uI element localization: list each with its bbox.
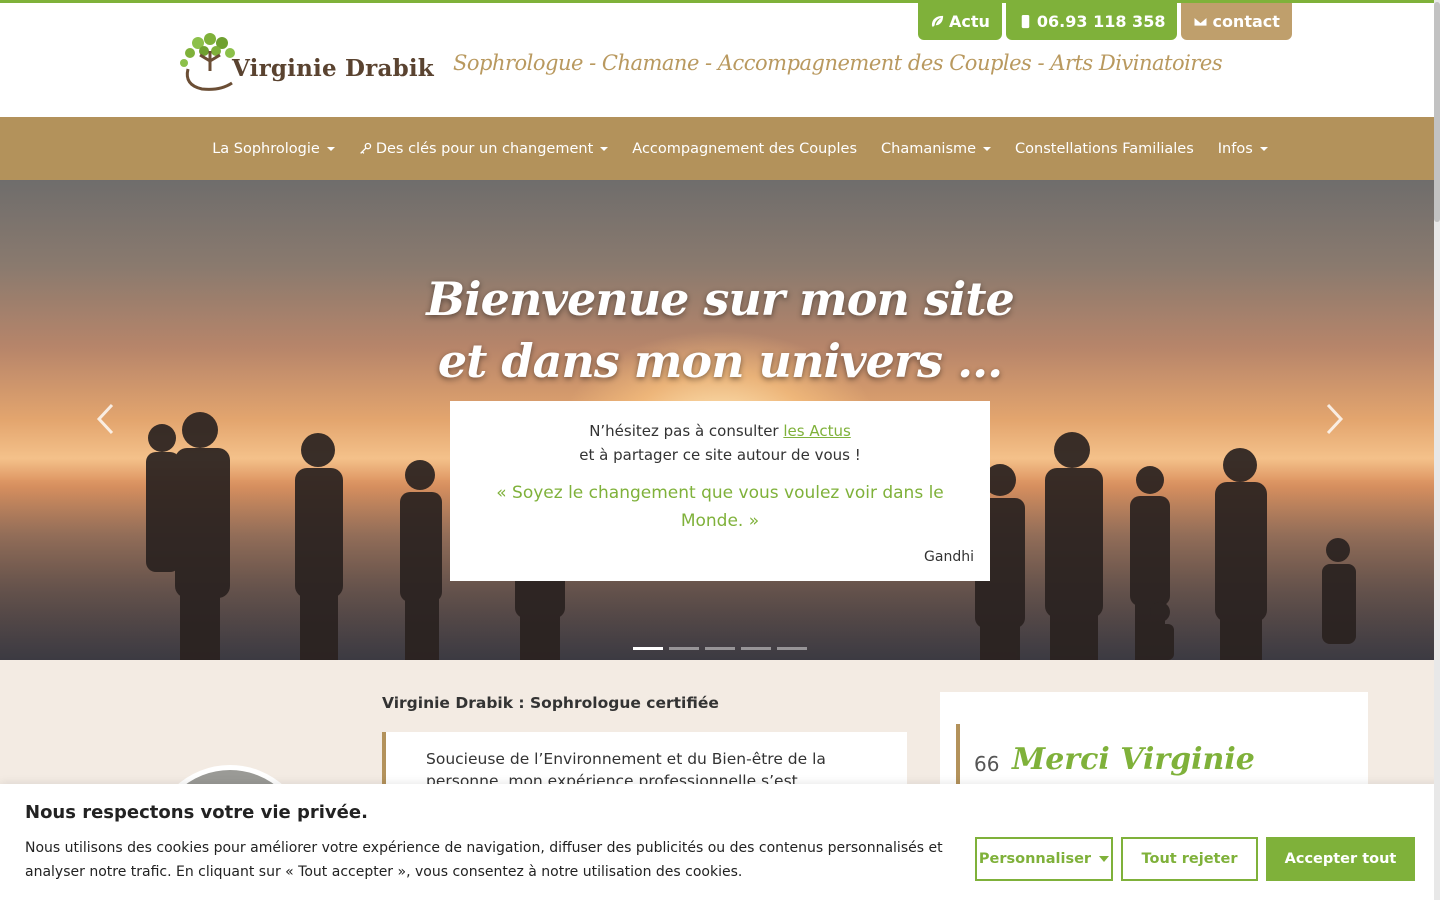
phone-icon xyxy=(1021,14,1030,29)
chevron-right-icon xyxy=(1326,403,1344,435)
phone-button[interactable]: 06.93 118 358 xyxy=(1005,3,1178,40)
customize-label: Personnaliser xyxy=(978,851,1092,867)
reject-all-button[interactable]: Tout rejeter xyxy=(1121,837,1258,881)
actu-label: Actu xyxy=(949,12,990,31)
phone-label: 06.93 118 358 xyxy=(1036,12,1166,31)
hero-title-line1: Bienvenue sur mon site xyxy=(426,272,1015,326)
accept-label: Accepter tout xyxy=(1284,851,1397,867)
hero-title: Bienvenue sur mon site et dans mon unive… xyxy=(0,268,1440,392)
nav-item-chamanisme[interactable]: Chamanisme xyxy=(869,141,1003,157)
gandhi-quote: « Soyez le changement que vous voulez vo… xyxy=(496,483,944,531)
caption-prefix: N’hésitez pas à consulter xyxy=(589,422,784,440)
quote-mark-icon: 66 xyxy=(974,752,1000,776)
hero-caption-card: N’hésitez pas à consulter les Actus et à… xyxy=(450,401,990,581)
caption-line2: et à partager ce site autour de vous ! xyxy=(579,446,861,464)
hero-title-line2: et dans mon univers ... xyxy=(437,334,1003,388)
logo-text: Virginie Drabik xyxy=(232,55,434,82)
tree-logo-icon xyxy=(180,33,235,91)
nav-label: Chamanisme xyxy=(881,140,977,157)
actus-link[interactable]: les Actus xyxy=(783,422,850,440)
contact-button[interactable]: contact xyxy=(1181,3,1292,40)
envelope-icon xyxy=(1193,16,1209,27)
reject-label: Tout rejeter xyxy=(1141,851,1238,867)
carousel-indicator[interactable] xyxy=(777,647,807,650)
contact-label: contact xyxy=(1212,12,1280,31)
nav-item-sophrologie[interactable]: La Sophrologie xyxy=(200,141,347,157)
carousel-indicator[interactable] xyxy=(633,647,663,650)
site-logo[interactable]: Virginie Drabik xyxy=(180,27,434,97)
caption-line1: N’hésitez pas à consulter les Actus xyxy=(450,419,990,443)
customize-button[interactable]: Personnaliser xyxy=(975,837,1113,881)
cookie-title: Nous respectons votre vie privée. xyxy=(25,802,368,823)
leaf-icon xyxy=(931,15,944,28)
nav-label: La Sophrologie xyxy=(212,140,320,157)
page-scrollbar[interactable] xyxy=(1434,0,1440,900)
carousel-next-arrow[interactable] xyxy=(1322,402,1346,436)
section-title: Virginie Drabik : Sophrologue certifiée xyxy=(382,694,719,712)
nav-item-infos[interactable]: Infos xyxy=(1206,141,1280,157)
nav-item-cles[interactable]: Des clés pour un changement xyxy=(347,141,620,157)
carousel-prev-arrow[interactable] xyxy=(94,402,118,436)
top-buttons: Actu 06.93 118 358 contact xyxy=(918,3,1292,40)
actu-button[interactable]: Actu xyxy=(918,3,1002,40)
nav-label: Infos xyxy=(1217,140,1253,157)
testimonial-title: Merci Virginie xyxy=(1012,742,1255,777)
main-navigation: La Sophrologie Des clés pour un changeme… xyxy=(0,117,1440,180)
caret-down-icon xyxy=(1259,146,1268,151)
cookie-banner: Nous respectons votre vie privée. Nous u… xyxy=(0,784,1440,900)
hero-carousel: Bienvenue sur mon site et dans mon unive… xyxy=(0,180,1440,660)
carousel-indicator[interactable] xyxy=(705,647,735,650)
key-icon xyxy=(359,142,372,154)
nav-item-couples[interactable]: Accompagnement des Couples xyxy=(620,141,869,157)
scrollbar-thumb[interactable] xyxy=(1434,2,1440,222)
caret-down-icon xyxy=(1099,856,1110,862)
carousel-indicators xyxy=(633,647,807,650)
caret-down-icon xyxy=(326,146,335,151)
caret-down-icon xyxy=(600,146,609,151)
nav-label: Constellations Familiales xyxy=(1015,140,1194,157)
nav-label: Des clés pour un changement xyxy=(375,140,594,157)
accept-all-button[interactable]: Accepter tout xyxy=(1266,837,1415,881)
caret-down-icon xyxy=(983,146,992,151)
carousel-indicator[interactable] xyxy=(669,647,699,650)
site-header: Virginie Drabik Sophrologue - Chamane - … xyxy=(0,3,1440,117)
site-tagline: Sophrologue - Chamane - Accompagnement d… xyxy=(453,51,1223,75)
cookie-text: Nous utilisons des cookies pour améliore… xyxy=(25,840,943,880)
quote-author: Gandhi xyxy=(924,549,974,565)
chevron-left-icon xyxy=(96,403,114,435)
carousel-indicator[interactable] xyxy=(741,647,771,650)
nav-item-constellations[interactable]: Constellations Familiales xyxy=(1003,141,1206,157)
nav-label: Accompagnement des Couples xyxy=(632,140,858,157)
